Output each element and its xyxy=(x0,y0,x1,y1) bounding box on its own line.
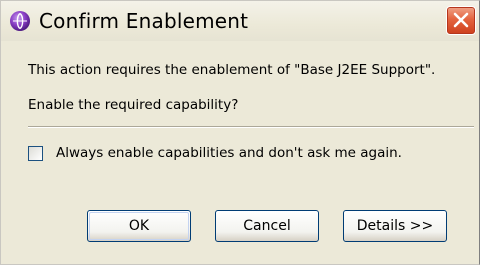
question-text: Enable the required capability? xyxy=(28,97,239,113)
close-icon xyxy=(453,12,469,28)
title-bar[interactable]: Confirm Enablement xyxy=(1,1,479,41)
ok-button[interactable]: OK xyxy=(87,210,191,242)
eclipse-icon xyxy=(9,10,31,32)
always-enable-label[interactable]: Always enable capabilities and don't ask… xyxy=(56,145,402,161)
details-button[interactable]: Details >> xyxy=(343,210,447,242)
dialog-title: Confirm Enablement xyxy=(39,9,249,33)
close-button[interactable] xyxy=(446,6,476,35)
message-text: This action requires the enablement of "… xyxy=(28,62,436,78)
confirm-enablement-dialog: Confirm Enablement This action requires … xyxy=(0,0,480,265)
separator xyxy=(28,126,474,128)
dialog-body: This action requires the enablement of "… xyxy=(1,41,479,264)
always-enable-checkbox[interactable] xyxy=(28,146,43,161)
cancel-button[interactable]: Cancel xyxy=(215,210,319,242)
